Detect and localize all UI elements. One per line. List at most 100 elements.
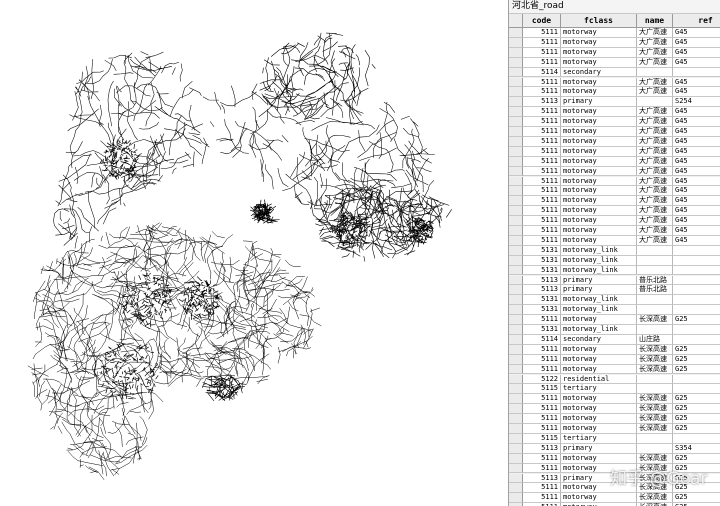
table-row[interactable]: 5114 secondary [509,67,720,78]
row-selector[interactable] [509,463,523,474]
row-selector[interactable] [509,315,523,325]
row-selector[interactable] [509,394,523,405]
map-canvas[interactable] [0,0,508,506]
row-selector[interactable] [509,483,523,494]
row-selector[interactable] [509,433,523,444]
table-row[interactable]: 5122 residential [509,374,720,385]
table-row[interactable]: 5111motorway长深高速G25 [509,394,720,405]
row-selector[interactable] [509,146,523,157]
table-row[interactable]: 5131 motorway_link [509,305,720,316]
row-selector[interactable] [509,265,523,276]
attribute-table-window[interactable]: 河北省_road code fclass name ref 5111 motorway 大广… [508,0,720,506]
table-row[interactable]: 5115 tertiary [509,384,720,395]
row-selector[interactable] [509,77,523,88]
table-row[interactable]: 5111 motorway 大广高速 G45 [509,196,720,207]
row-selector[interactable] [509,186,523,197]
table-row[interactable]: 5111motorway长深高速G25 [509,404,720,415]
row-selector[interactable] [509,473,523,484]
row-selector[interactable] [509,117,523,127]
table-row[interactable]: 5111motorway长深高速G25 [509,354,720,365]
table-row[interactable]: 5111 motorway 大广高速 G45 [509,77,720,88]
row-selector[interactable] [509,196,523,207]
row-selector[interactable] [509,107,523,118]
table-row[interactable]: 5115 tertiary [509,433,720,444]
row-selector[interactable] [509,344,523,355]
table-row[interactable]: 5111 motorway 大广高速 G45 [509,117,720,127]
row-selector[interactable] [509,206,523,217]
table-row[interactable]: 5111 motorway 大广高速 G45 [509,166,720,177]
table-row[interactable]: 5113 primary 普乐北路 [509,275,720,286]
table-row[interactable]: 5111 motorway 大广高速 G45 [509,176,720,187]
column-header-name[interactable]: name [637,14,673,28]
table-row[interactable]: 5113 primary S254 [509,97,720,108]
row-selector[interactable] [509,295,523,306]
table-row[interactable]: 5111 motorway 大广高速 G45 [509,216,720,226]
row-selector[interactable] [509,325,523,335]
row-selector[interactable] [509,87,523,98]
table-row[interactable]: 5111 motorway 大广高速 G45 [509,156,720,167]
table-row[interactable]: 5111motorway长深高速G25 [509,424,720,434]
row-selector[interactable] [509,127,523,137]
row-selector[interactable] [509,216,523,226]
row-selector[interactable] [509,67,523,78]
row-selector[interactable] [509,374,523,385]
table-row[interactable]: 5114 secondary 山庄路 [509,334,720,345]
row-selector[interactable] [509,424,523,434]
table-row[interactable]: 5111 motorway 大广高速 G45 [509,186,720,197]
row-selector[interactable] [509,166,523,177]
row-selector[interactable] [509,493,523,504]
row-selector[interactable] [509,354,523,365]
row-selector[interactable] [509,414,523,424]
row-selector[interactable] [509,305,523,316]
table-row[interactable]: 5111 motorway 大广高速 G45 [509,136,720,147]
row-selector[interactable] [509,97,523,108]
table-row[interactable]: 5111 motorway 大广高速 G45 [509,87,720,98]
row-selector[interactable] [509,156,523,167]
row-selector[interactable] [509,28,523,38]
table-row[interactable]: 5131 motorway_link [509,255,720,266]
table-row[interactable]: 5111 motorway 大广高速 G45 [509,107,720,118]
row-selector[interactable] [509,176,523,187]
table-row[interactable]: 5111motorway长深高速G25 [509,344,720,355]
table-row[interactable]: 5111motorway长深高速G25 [509,453,720,464]
table-row[interactable]: 5111 motorway 大广高速 G45 [509,57,720,68]
table-row[interactable]: 5113 primary 普乐北路 [509,285,720,296]
table-row[interactable]: 5131 motorway_link [509,325,720,335]
column-header-ref[interactable]: ref [673,14,720,28]
row-selector[interactable] [509,285,523,296]
row-selector[interactable] [509,334,523,345]
column-header-code[interactable]: code [523,14,561,28]
row-selector[interactable] [509,47,523,58]
table-row[interactable]: 5131 motorway_link [509,265,720,276]
table-row[interactable]: 5111 motorway 大广高速 G45 [509,146,720,157]
row-selector[interactable] [509,245,523,256]
row-selector[interactable] [509,275,523,286]
row-selector[interactable] [509,226,523,236]
row-selector[interactable] [509,37,523,48]
table-row[interactable]: 5111motorway长深高速G25 [509,315,720,325]
row-selector[interactable] [509,384,523,395]
table-row[interactable]: 5111 motorway 大广高速 G45 [509,206,720,217]
table-row[interactable]: 5131 motorway_link [509,245,720,256]
table-row[interactable]: 5113 primary S354 [509,443,720,454]
table-row[interactable]: 5111 motorway 大广高速 G45 [509,28,720,38]
column-header-fclass[interactable]: fclass [561,14,637,28]
row-selector[interactable] [509,57,523,68]
column-header-select[interactable] [509,14,523,28]
table-row[interactable]: 5131 motorway_link [509,295,720,306]
row-selector[interactable] [509,364,523,375]
row-selector[interactable] [509,235,523,246]
row-selector[interactable] [509,136,523,147]
row-selector[interactable] [509,404,523,415]
table-row[interactable]: 5111 motorway 大广高速 G45 [509,37,720,48]
table-row[interactable]: 5111motorway长深高速G25 [509,493,720,504]
table-row[interactable]: 5111 motorway 大广高速 G45 [509,127,720,137]
table-row[interactable]: 5111 motorway 大广高速 G45 [509,226,720,236]
table-row[interactable]: 5111 motorway 大广高速 G45 [509,235,720,246]
row-selector[interactable] [509,255,523,266]
table-row[interactable]: 5111motorway长深高速G25 [509,364,720,375]
table-row[interactable]: 5111motorway长深高速G25 [509,414,720,424]
row-selector[interactable] [509,443,523,454]
table-row[interactable]: 5111 motorway 大广高速 G45 [509,47,720,58]
row-selector[interactable] [509,453,523,464]
